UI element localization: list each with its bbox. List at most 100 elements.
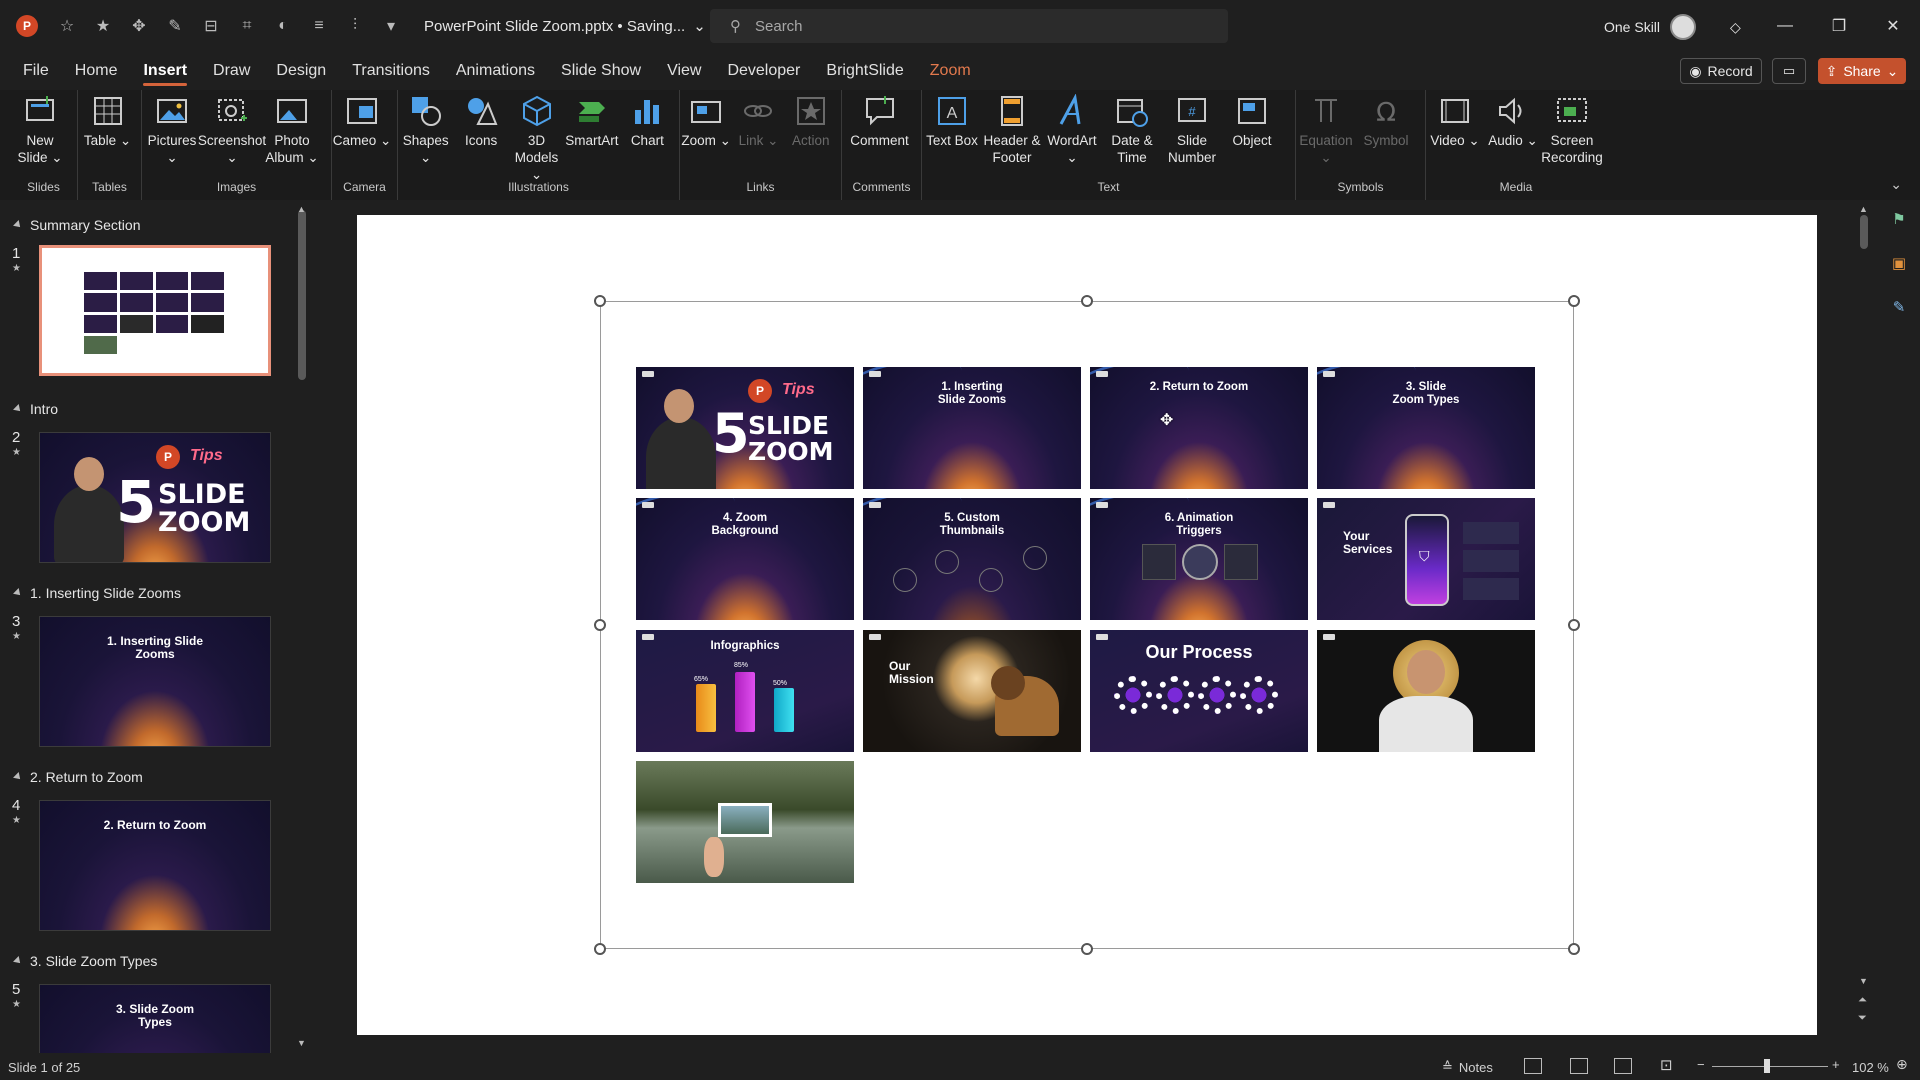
- zoom-tile-6[interactable]: 6. Animation Triggers: [1090, 498, 1308, 620]
- pictures-button[interactable]: Pictures ⌄: [142, 94, 202, 166]
- section-header-return[interactable]: 2. Return to Zoom: [13, 769, 143, 785]
- autosave-icon[interactable]: ☆: [56, 15, 78, 37]
- canvas-scroll-down-icon[interactable]: ▼: [1859, 976, 1868, 986]
- chart-button[interactable]: Chart: [620, 94, 675, 149]
- header-footer-button[interactable]: Header & Footer: [982, 94, 1042, 166]
- section-header-intro[interactable]: Intro: [13, 401, 58, 417]
- tab-home[interactable]: Home: [62, 52, 131, 90]
- search-input[interactable]: ⚲ Search: [710, 9, 1228, 43]
- tab-zoom[interactable]: Zoom: [917, 52, 984, 90]
- zoom-tile-infographics[interactable]: Infographics 65% 85% 50%: [636, 630, 854, 752]
- designer-icon[interactable]: ⚑: [1889, 210, 1909, 228]
- close-icon[interactable]: ✕: [1866, 12, 1920, 40]
- object-button[interactable]: Object: [1222, 94, 1282, 149]
- format-painter-icon[interactable]: ✎: [164, 15, 186, 37]
- screen-recording-button[interactable]: Screen Recording: [1541, 94, 1603, 166]
- resize-handle-tl[interactable]: [594, 295, 606, 307]
- diamond-icon[interactable]: ◇: [1730, 19, 1741, 36]
- resize-handle-tr[interactable]: [1568, 295, 1580, 307]
- zoom-tile-services[interactable]: Your Services ⛉: [1317, 498, 1535, 620]
- slide-sorter-button[interactable]: [1570, 1058, 1588, 1074]
- canvas-scroll-up-icon[interactable]: ▲: [1859, 204, 1868, 214]
- zoom-slider[interactable]: [1712, 1066, 1828, 1067]
- avatar[interactable]: [1670, 14, 1697, 40]
- zoom-tile-1[interactable]: 1. Inserting Slide Zooms: [863, 367, 1081, 489]
- canvas-scrollbar[interactable]: [1860, 215, 1868, 249]
- normal-view-button[interactable]: [1524, 1058, 1542, 1074]
- smartart-button[interactable]: SmartArt: [564, 94, 619, 149]
- tab-draw[interactable]: Draw: [200, 52, 263, 90]
- slide-thumbnail-1[interactable]: [39, 245, 271, 376]
- slide-thumbnail-3[interactable]: 1. Inserting Slide Zooms: [39, 616, 271, 747]
- shapes-button[interactable]: Shapes ⌄: [398, 94, 453, 166]
- tab-developer[interactable]: Developer: [714, 52, 813, 90]
- zoom-percentage[interactable]: 102 %: [1852, 1060, 1889, 1075]
- document-title[interactable]: PowerPoint Slide Zoom.pptx • Saving... ⌄: [424, 17, 706, 36]
- new-slide-button[interactable]: New Slide ⌄: [10, 94, 70, 166]
- icons-button[interactable]: Icons: [453, 94, 508, 149]
- scroll-up-icon[interactable]: ▲: [297, 204, 306, 214]
- 3d-models-button[interactable]: 3D Models ⌄: [509, 94, 564, 183]
- share-button[interactable]: ⇪ Share ⌄: [1818, 58, 1906, 84]
- previous-slide-icon[interactable]: ⏶: [1858, 994, 1867, 1007]
- link-button[interactable]: Link ⌄: [732, 94, 784, 149]
- favorite-icon[interactable]: ★: [92, 15, 114, 37]
- table-button[interactable]: Table ⌄: [78, 94, 137, 149]
- tab-brightslide[interactable]: BrightSlide: [813, 52, 916, 90]
- action-button[interactable]: Action: [785, 94, 837, 149]
- tab-view[interactable]: View: [654, 52, 714, 90]
- section-header-inserting[interactable]: 1. Inserting Slide Zooms: [13, 585, 181, 601]
- zoom-button[interactable]: Zoom ⌄: [680, 94, 732, 149]
- section-header-summary[interactable]: Summary Section: [13, 217, 140, 233]
- audio-button[interactable]: Audio ⌄: [1484, 94, 1542, 149]
- tab-file[interactable]: File: [10, 52, 62, 90]
- slide-thumbnail-5[interactable]: 3. Slide Zoom Types: [39, 984, 271, 1053]
- comments-button[interactable]: ▭: [1772, 58, 1806, 84]
- zoom-out-icon[interactable]: −: [1697, 1057, 1705, 1072]
- slideshow-icon[interactable]: ⊡: [1660, 1056, 1673, 1074]
- fit-slide-icon[interactable]: ⊕: [1896, 1056, 1908, 1073]
- zoom-tile-mission[interactable]: Our Mission: [863, 630, 1081, 752]
- section-header-types[interactable]: 3. Slide Zoom Types: [13, 953, 157, 969]
- zoom-tile-intro[interactable]: 5 SLIDE ZOOM P Tips: [636, 367, 854, 489]
- resize-handle-mr[interactable]: [1568, 619, 1580, 631]
- zoom-tile-2[interactable]: 2. Return to Zoom: [1090, 367, 1308, 489]
- restore-icon[interactable]: ❐: [1812, 12, 1866, 40]
- next-slide-icon[interactable]: ⏷: [1858, 1012, 1867, 1025]
- photo-album-button[interactable]: Photo Album ⌄: [262, 94, 322, 166]
- slide-number-button[interactable]: # Slide Number: [1162, 94, 1222, 166]
- resize-handle-tc[interactable]: [1081, 295, 1093, 307]
- resize-handle-br[interactable]: [1568, 943, 1580, 955]
- resize-handle-bc[interactable]: [1081, 943, 1093, 955]
- zoom-in-icon[interactable]: +: [1832, 1057, 1840, 1072]
- minimize-icon[interactable]: —: [1758, 12, 1812, 40]
- cameo-button[interactable]: Cameo ⌄: [332, 94, 392, 149]
- tab-insert[interactable]: Insert: [130, 52, 200, 90]
- date-time-button[interactable]: Date & Time: [1102, 94, 1162, 166]
- customize-qat-icon[interactable]: ▾: [380, 15, 402, 37]
- comment-button[interactable]: Comment: [842, 94, 917, 149]
- tab-design[interactable]: Design: [263, 52, 339, 90]
- wordart-button[interactable]: WordArt ⌄: [1042, 94, 1102, 166]
- tab-slide-show[interactable]: Slide Show: [548, 52, 654, 90]
- account-area[interactable]: One Skill ◇: [1604, 14, 1741, 40]
- record-button[interactable]: ◉ Record: [1680, 58, 1762, 84]
- layout-icon[interactable]: ▣: [1889, 254, 1909, 272]
- scroll-down-icon[interactable]: ▼: [297, 1038, 306, 1048]
- screenshot-button[interactable]: Screenshot ⌄: [198, 94, 266, 166]
- tab-transitions[interactable]: Transitions: [339, 52, 443, 90]
- reading-view-button[interactable]: [1614, 1058, 1632, 1074]
- zoom-tile-4[interactable]: 4. Zoom Background: [636, 498, 854, 620]
- align-middle-icon[interactable]: ⫶: [344, 15, 366, 37]
- move-icon[interactable]: ✥: [128, 15, 150, 37]
- zoom-tile-process[interactable]: Our Process: [1090, 630, 1308, 752]
- zoom-tile-3[interactable]: 3. Slide Zoom Types: [1317, 367, 1535, 489]
- symbol-button[interactable]: Ω Symbol: [1356, 94, 1416, 149]
- zoom-tile-5[interactable]: 5. Custom Thumbnails: [863, 498, 1081, 620]
- resize-handle-bl[interactable]: [594, 943, 606, 955]
- zoom-tile-portrait[interactable]: [1317, 630, 1535, 752]
- align-icon[interactable]: ⊟: [200, 15, 222, 37]
- distribute-icon[interactable]: ≡: [308, 15, 330, 37]
- resize-handle-ml[interactable]: [594, 619, 606, 631]
- video-button[interactable]: Video ⌄: [1426, 94, 1484, 149]
